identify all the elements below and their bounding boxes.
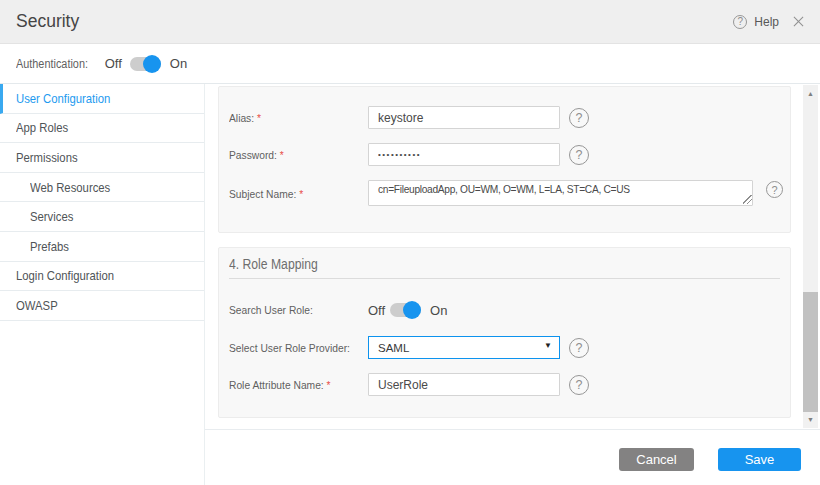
close-icon[interactable] — [793, 16, 804, 27]
authentication-off-label: Off — [105, 56, 122, 71]
toggle-knob — [143, 55, 161, 73]
toggle-knob — [403, 301, 421, 319]
provider-select-value: SAML — [378, 342, 409, 354]
sidebar-item-user-configuration[interactable]: User Configuration — [0, 84, 204, 114]
search-user-role-toggle[interactable] — [390, 303, 421, 317]
cancel-button[interactable]: Cancel — [619, 448, 694, 471]
role-mapping-section-title: 4. Role Mapping — [229, 256, 318, 272]
page-title: Security — [16, 11, 79, 32]
authentication-label: Authentication: — [16, 57, 88, 71]
search-role-on-label: On — [430, 303, 447, 318]
vertical-scrollbar[interactable] — [803, 85, 818, 428]
scrollbar-thumb[interactable] — [803, 292, 818, 412]
role-attribute-input[interactable] — [368, 373, 560, 396]
sidebar-item-services[interactable]: Services — [0, 202, 204, 232]
search-user-role-label: Search User Role: — [229, 303, 350, 317]
alias-label: Alias: * — [229, 111, 350, 125]
alias-input[interactable] — [368, 106, 560, 129]
scroll-down-icon[interactable] — [803, 416, 818, 423]
help-icon[interactable] — [733, 15, 747, 29]
sidebar-item-prefabs[interactable]: Prefabs — [0, 232, 204, 262]
authentication-on-label: On — [170, 56, 187, 71]
role-mapping-card: 4. Role Mapping Search User Role: Off On… — [218, 247, 791, 418]
provider-help-icon[interactable] — [569, 338, 589, 358]
sidebar-item-permissions[interactable]: Permissions — [0, 143, 204, 173]
sidebar-item-app-roles[interactable]: App Roles — [0, 114, 204, 144]
subject-name-label: Subject Name: * — [229, 187, 350, 201]
keystore-card: Alias: * Password: * Subject Name: * cn=… — [218, 86, 791, 233]
authentication-bar: Authentication: Off On — [0, 44, 820, 84]
scroll-up-icon[interactable] — [803, 90, 818, 97]
help-label[interactable]: Help — [754, 15, 779, 29]
provider-select[interactable]: SAML — [368, 336, 560, 359]
password-help-icon[interactable] — [569, 145, 589, 165]
save-button[interactable]: Save — [718, 448, 801, 471]
page-header: Security Help — [0, 0, 820, 44]
password-input[interactable] — [368, 143, 560, 166]
footer-bar: Cancel Save — [205, 430, 820, 485]
dropdown-caret-icon — [544, 341, 552, 350]
role-attribute-label: Role Attribute Name: * — [229, 378, 350, 392]
alias-help-icon[interactable] — [569, 108, 589, 128]
role-attribute-help-icon[interactable] — [569, 375, 589, 395]
password-label: Password: * — [229, 148, 350, 162]
sidebar-item-owasp[interactable]: OWASP — [0, 291, 204, 321]
subject-name-textarea[interactable]: cn=FileuploadApp, OU=WM, O=WM, L=LA, ST=… — [368, 180, 753, 206]
section-divider — [229, 278, 780, 279]
search-role-off-label: Off — [368, 303, 385, 318]
sidebar: User Configuration App Roles Permissions… — [0, 84, 205, 485]
sidebar-item-web-resources[interactable]: Web Resources — [0, 173, 204, 203]
sidebar-item-login-configuration[interactable]: Login Configuration — [0, 262, 204, 292]
form-scroll-area: Alias: * Password: * Subject Name: * cn=… — [205, 84, 820, 430]
provider-label: Select User Role Provider: — [229, 341, 350, 355]
authentication-toggle[interactable] — [130, 57, 161, 71]
subject-name-help-icon[interactable] — [766, 181, 783, 198]
